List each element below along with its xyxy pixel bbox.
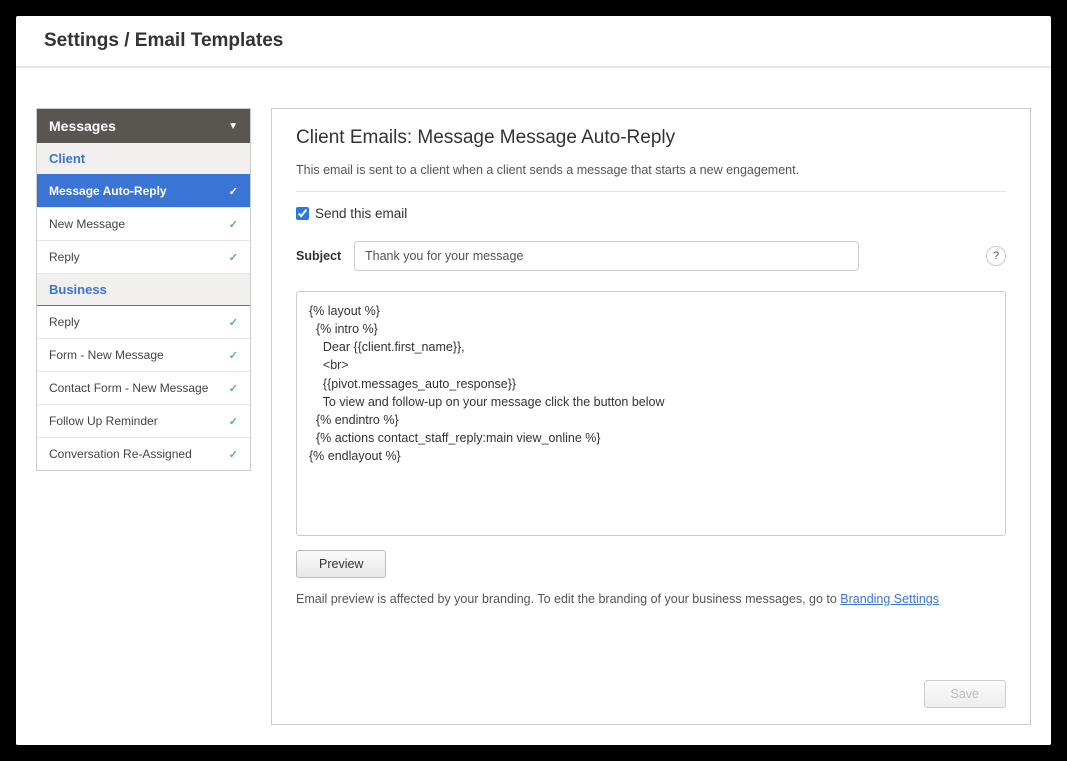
check-icon: ✓ — [229, 185, 238, 198]
sidebar-item-follow-up-reminder[interactable]: Follow Up Reminder ✓ — [37, 405, 250, 438]
sidebar-item-reply-client[interactable]: Reply ✓ — [37, 241, 250, 274]
sidebar-item-label: Reply — [49, 250, 80, 264]
page-title: Settings / Email Templates — [44, 30, 1023, 52]
question-icon: ? — [993, 250, 999, 262]
sidebar-item-label: Conversation Re-Assigned — [49, 447, 192, 461]
main-description: This email is sent to a client when a cl… — [296, 163, 1006, 177]
sidebar-item-label: Reply — [49, 315, 80, 329]
sidebar-item-form-new-message[interactable]: Form - New Message ✓ — [37, 339, 250, 372]
main-title: Client Emails: Message Message Auto-Repl… — [296, 127, 1006, 149]
content-area: Messages ▼ Client Message Auto-Reply ✓ N… — [16, 68, 1051, 745]
sidebar-header-label: Messages — [49, 118, 116, 134]
sidebar-section-client[interactable]: Client — [37, 143, 250, 175]
sidebar-item-message-auto-reply[interactable]: Message Auto-Reply ✓ — [37, 175, 250, 208]
sidebar-item-label: Follow Up Reminder — [49, 414, 158, 428]
check-icon: ✓ — [229, 349, 238, 362]
check-icon: ✓ — [229, 415, 238, 428]
caret-down-icon: ▼ — [228, 121, 238, 132]
preview-button[interactable]: Preview — [296, 550, 386, 578]
panel-footer: Save — [296, 660, 1006, 708]
check-icon: ✓ — [229, 218, 238, 231]
check-icon: ✓ — [229, 316, 238, 329]
check-icon: ✓ — [229, 448, 238, 461]
check-icon: ✓ — [229, 382, 238, 395]
send-email-label: Send this email — [315, 206, 407, 221]
subject-label: Subject — [296, 249, 344, 263]
sidebar-item-new-message[interactable]: New Message ✓ — [37, 208, 250, 241]
sidebar-item-label: Contact Form - New Message — [49, 381, 208, 395]
subject-row: Subject ? — [296, 241, 1006, 271]
save-button[interactable]: Save — [924, 680, 1007, 708]
sidebar-item-contact-form-new-message[interactable]: Contact Form - New Message ✓ — [37, 372, 250, 405]
page-header: Settings / Email Templates — [16, 16, 1051, 68]
send-email-row: Send this email — [296, 206, 1006, 221]
sidebar-item-label: Form - New Message — [49, 348, 164, 362]
subject-input[interactable] — [354, 241, 859, 271]
sidebar-item-label: New Message — [49, 217, 125, 231]
email-body-editor[interactable] — [296, 291, 1006, 536]
app-window: Settings / Email Templates Messages ▼ Cl… — [16, 16, 1051, 745]
sidebar-section-business[interactable]: Business — [37, 274, 250, 306]
preview-note-text: Email preview is affected by your brandi… — [296, 592, 840, 606]
sidebar-item-conversation-reassigned[interactable]: Conversation Re-Assigned ✓ — [37, 438, 250, 470]
sidebar-item-reply-business[interactable]: Reply ✓ — [37, 306, 250, 339]
send-email-checkbox[interactable] — [296, 207, 309, 220]
branding-settings-link[interactable]: Branding Settings — [840, 592, 939, 606]
main-panel: Client Emails: Message Message Auto-Repl… — [271, 108, 1031, 725]
sidebar-item-label: Message Auto-Reply — [49, 184, 167, 198]
check-icon: ✓ — [229, 251, 238, 264]
sidebar-header[interactable]: Messages ▼ — [37, 109, 250, 143]
sidebar: Messages ▼ Client Message Auto-Reply ✓ N… — [36, 108, 251, 471]
divider — [296, 191, 1006, 192]
help-button[interactable]: ? — [986, 246, 1006, 266]
preview-note: Email preview is affected by your brandi… — [296, 592, 1006, 606]
